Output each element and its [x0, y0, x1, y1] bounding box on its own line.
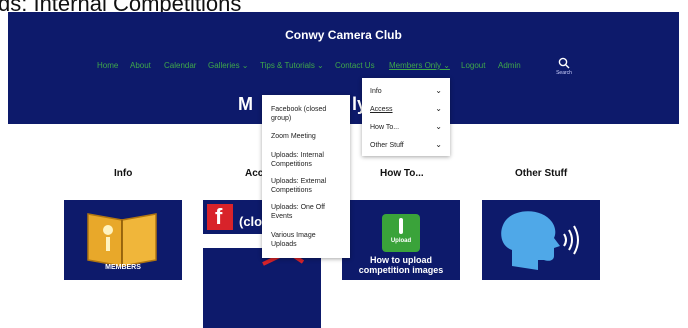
submenu-item-facebook[interactable]: Facebook (closed group) [271, 105, 343, 123]
info-tile[interactable]: MEMBERS [64, 200, 182, 280]
chevron-down-icon[interactable]: ⌄ [435, 104, 442, 113]
zoom-tile[interactable] [203, 248, 321, 328]
nav-home[interactable]: Home [97, 61, 118, 70]
page-title: M [238, 94, 253, 114]
search-icon [558, 57, 570, 69]
menu-item-how-to[interactable]: How To... [370, 124, 399, 131]
chevron-down-icon[interactable]: ⌄ [435, 86, 442, 95]
chevron-down-icon[interactable]: ⌄ [435, 140, 442, 149]
search-label: Search [556, 70, 572, 76]
how-to-tile[interactable]: Upload How to upload competition images [342, 200, 460, 280]
upload-icon: Upload [382, 214, 420, 252]
submenu-item-uploads-one-off[interactable]: Uploads: One Off Events [271, 203, 343, 221]
how-to-tile-caption-1: How to upload [370, 255, 432, 265]
nav-admin[interactable]: Admin [498, 61, 521, 70]
menu-item-other-stuff[interactable]: Other Stuff [370, 142, 404, 149]
nav-about[interactable]: About [130, 61, 151, 70]
nav-galleries[interactable]: Galleries ⌄ [208, 61, 249, 70]
upload-button-label: Upload [390, 238, 412, 244]
nav-logout[interactable]: Logout [461, 61, 485, 70]
section-title-access: Acc [245, 168, 264, 179]
submenu-item-various-uploads[interactable]: Various Image Uploads [271, 231, 343, 249]
nav-calendar[interactable]: Calendar [164, 61, 196, 70]
nav-contact-us[interactable]: Contact Us [335, 61, 375, 70]
section-title-how-to: How To... [380, 168, 424, 179]
nav-tips-tutorials[interactable]: Tips & Tutorials ⌄ [260, 61, 324, 70]
submenu-item-zoom-meeting[interactable]: Zoom Meeting [271, 132, 343, 141]
how-to-tile-caption-2: competition images [358, 265, 444, 275]
other-stuff-tile[interactable] [482, 200, 600, 280]
speaking-head-icon [501, 211, 579, 270]
site-title[interactable]: Conwy Camera Club [8, 28, 679, 42]
section-title-info: Info [114, 168, 133, 179]
search-button[interactable]: Search [552, 57, 576, 76]
main-nav: Home About Calendar Galleries ⌄ Tips & T… [8, 61, 679, 75]
members-only-dropdown: Info ⌄ Access ⌄ How To... ⌄ Other Stuff … [362, 78, 450, 156]
submenu-item-uploads-external[interactable]: Uploads: External Competitions [271, 177, 343, 195]
submenu-item-uploads-internal[interactable]: Uploads: Internal Competitions [271, 151, 343, 169]
section-title-other-stuff: Other Stuff [515, 168, 568, 179]
chevron-down-icon[interactable]: ⌄ [435, 122, 442, 131]
facebook-tile-text: (clo [239, 214, 263, 229]
facebook-icon: f [207, 204, 233, 230]
menu-item-access[interactable]: Access [370, 106, 393, 113]
menu-item-info[interactable]: Info [370, 88, 382, 95]
access-submenu: Facebook (closed group) Zoom Meeting Upl… [262, 95, 350, 258]
nav-members-only[interactable]: Members Only ⌄ [389, 61, 450, 70]
info-tile-caption: MEMBERS [105, 264, 141, 271]
